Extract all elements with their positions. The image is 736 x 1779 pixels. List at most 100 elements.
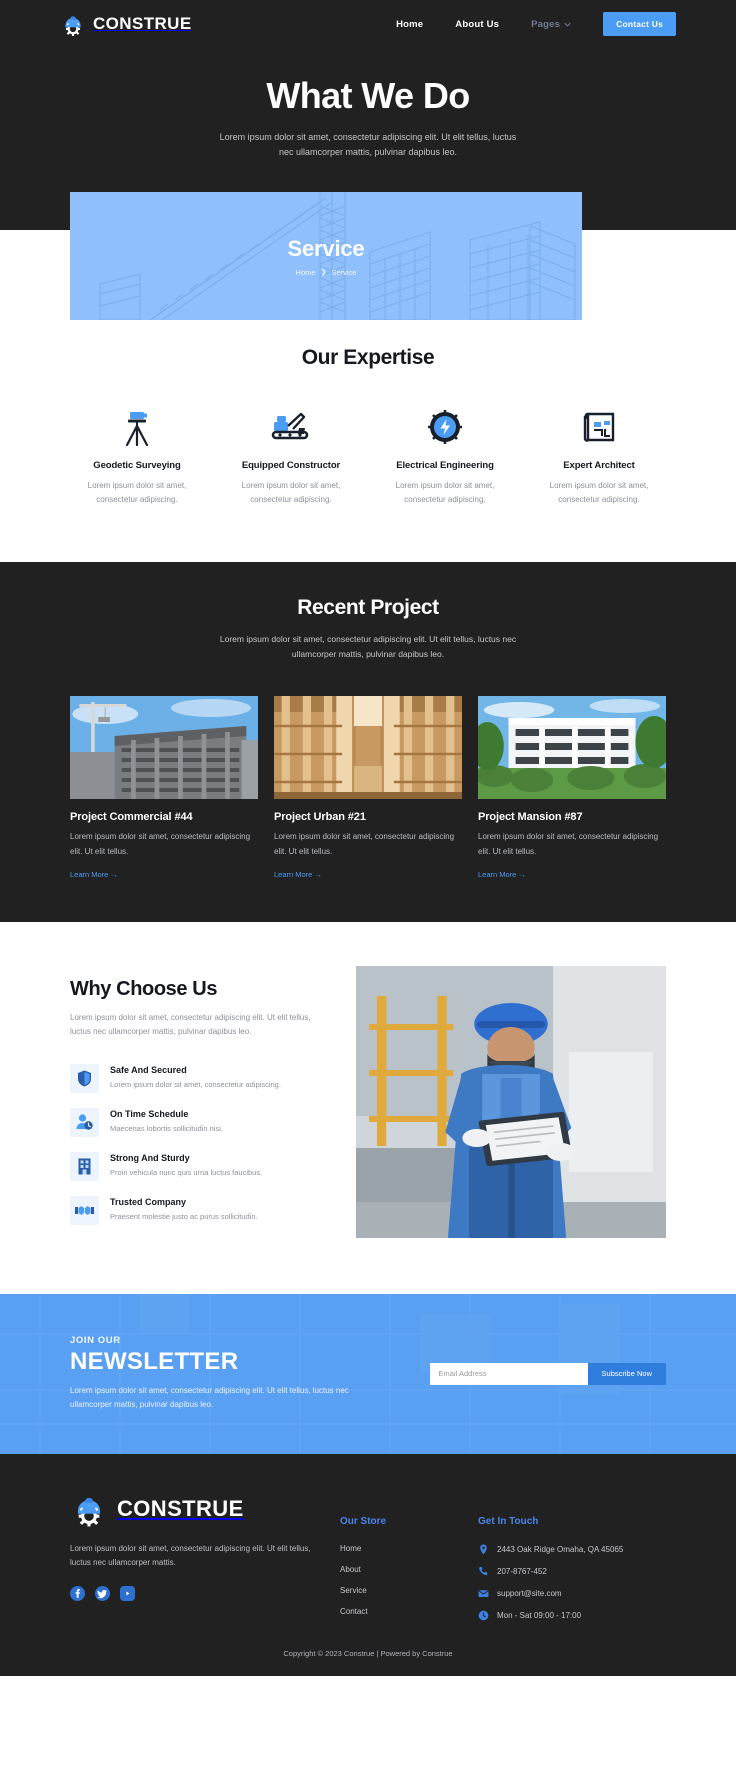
helmet-gear-icon <box>77 1497 101 1527</box>
copyright-text: Copyright © 2023 Construe | Powered by C… <box>283 1648 453 1658</box>
footer-social-links <box>70 1585 314 1601</box>
feature-item[interactable]: Strong And Sturdy Proin vehicula nunc qu… <box>70 1151 328 1181</box>
project-card[interactable]: Project Mansion #87 Lorem ipsum dolor si… <box>478 696 666 882</box>
footer-address-text: 2443 Oak Ridge Omaha, QA 45065 <box>497 1544 624 1554</box>
highrise-construction-photo <box>70 696 258 800</box>
twitter-link[interactable] <box>95 1585 110 1601</box>
footer-columns: CONSTRUE Lorem ipsum dolor sit amet, con… <box>70 1490 666 1621</box>
footer-brand-column: CONSTRUE Lorem ipsum dolor sit amet, con… <box>70 1490 314 1621</box>
expertise-cards: Geodetic Surveying Lorem ipsum dolor sit… <box>0 406 736 506</box>
footer-phone-row: 207-8767-452 <box>478 1566 623 1577</box>
expertise-card[interactable]: Expert Architect Lorem ipsum dolor sit a… <box>522 406 676 506</box>
feature-title: On Time Schedule <box>110 1108 189 1119</box>
expertise-card-title: Electrical Engineering <box>396 460 494 472</box>
brand-logo-link[interactable]: CONSTRUE <box>60 11 192 37</box>
newsletter-description: Lorem ipsum dolor sit amet, consectetur … <box>70 1386 349 1410</box>
expertise-card[interactable]: Geodetic Surveying Lorem ipsum dolor sit… <box>60 406 214 506</box>
newsletter-content: JOIN OUR NEWSLETTER Lorem ipsum dolor si… <box>0 1294 736 1454</box>
nav-item-home[interactable]: Home <box>396 19 423 30</box>
breadcrumb-current: Service <box>331 267 357 277</box>
project-learn-more-link[interactable]: Learn More → <box>478 870 526 879</box>
blueprint-icon <box>532 406 666 448</box>
nav-item-pages[interactable]: Pages <box>531 19 571 30</box>
site-footer: CONSTRUE Lorem ipsum dolor sit amet, con… <box>0 1453 736 1676</box>
envelope-icon <box>478 1590 489 1597</box>
feature-title: Strong And Sturdy <box>110 1152 190 1163</box>
hero-spacer <box>0 160 736 193</box>
footer-store-column: Our Store Home About Service Contact <box>340 1490 452 1621</box>
expertise-card-text: Lorem ipsum dolor sit amet, consectetur … <box>87 481 187 504</box>
service-banner: Service Home ❯ Service <box>70 192 582 321</box>
handshake-icon <box>70 1195 99 1225</box>
footer-contact-column: Get In Touch 2443 Oak Ridge Omaha, QA 45… <box>478 1490 623 1621</box>
feature-item[interactable]: Trusted Company Praesent molestie justo … <box>70 1195 328 1225</box>
expertise-card-text: Lorem ipsum dolor sit amet, consectetur … <box>395 481 495 504</box>
breadcrumb-home[interactable]: Home <box>296 268 316 277</box>
location-pin-icon <box>480 1544 487 1555</box>
breadcrumb-separator-icon: ❯ <box>320 269 327 277</box>
project-text: Lorem ipsum dolor sit amet, consectetur … <box>478 832 659 856</box>
projects-grid: Project Commercial #44 Lorem ipsum dolor… <box>0 696 736 882</box>
feature-text: Proin vehicula nunc quis urna luctus fau… <box>110 1167 263 1177</box>
why-image-column <box>356 965 666 1238</box>
footer-link-service[interactable]: Service <box>340 1586 452 1595</box>
nav-item-about-us[interactable]: About Us <box>455 19 499 30</box>
hero-subtitle: Lorem ipsum dolor sit amet, consectetur … <box>219 131 517 157</box>
footer-store-links: Home About Service Contact <box>340 1544 452 1616</box>
feature-title: Trusted Company <box>110 1196 187 1207</box>
facebook-icon <box>70 1585 85 1601</box>
expertise-card[interactable]: Electrical Engineering Lorem ipsum dolor… <box>368 406 522 506</box>
expertise-section: Our Expertise Geodetic Surveying Lorem i… <box>0 320 736 563</box>
project-card[interactable]: Project Commercial #44 Lorem ipsum dolor… <box>70 696 258 882</box>
phone-icon <box>479 1566 488 1576</box>
why-text-column: Why Choose Us Lorem ipsum dolor sit amet… <box>70 966 328 1238</box>
project-title: Project Urban #21 <box>274 811 366 824</box>
excavator-icon <box>224 406 358 448</box>
footer-phone-text: 207-8767-452 <box>497 1566 547 1576</box>
worker-with-clipboard-photo <box>356 965 666 1238</box>
footer-store-heading: Our Store <box>340 1515 387 1527</box>
projects-title: Recent Project <box>297 596 439 620</box>
feature-text: Maecenas lobortis sollicitudin nisi. <box>110 1123 223 1133</box>
banner-title: Service <box>287 235 365 261</box>
newsletter-section: JOIN OUR NEWSLETTER Lorem ipsum dolor si… <box>0 1293 736 1454</box>
nav-item-pages-label: Pages <box>531 18 561 30</box>
youtube-icon <box>120 1585 135 1601</box>
why-subtitle: Lorem ipsum dolor sit amet, consectetur … <box>70 1012 311 1037</box>
feature-body: Strong And Sturdy Proin vehicula nunc qu… <box>110 1152 262 1179</box>
newsletter-form: Subscribe Now <box>429 1362 666 1385</box>
project-title: Project Commercial #44 <box>70 811 193 824</box>
project-learn-more-link[interactable]: Learn More → <box>70 870 118 879</box>
feature-title: Safe And Secured <box>110 1064 187 1075</box>
feature-item[interactable]: On Time Schedule Maecenas lobortis solli… <box>70 1107 328 1137</box>
subscribe-now-button[interactable]: Subscribe Now <box>587 1362 666 1385</box>
feature-text: Praesent molestie justo ac purus sollici… <box>110 1211 258 1221</box>
project-card[interactable]: Project Urban #21 Lorem ipsum dolor sit … <box>274 696 462 882</box>
feature-item[interactable]: Safe And Secured Lorem ipsum dolor sit a… <box>70 1063 328 1093</box>
footer-link-home[interactable]: Home <box>340 1544 452 1553</box>
expertise-title: Our Expertise <box>301 346 435 370</box>
expertise-card[interactable]: Equipped Constructor Lorem ipsum dolor s… <box>214 406 368 506</box>
helmet-gear-icon <box>65 16 81 36</box>
site-header: CONSTRUE Home About Us Pages Contact Us <box>0 0 736 48</box>
footer-link-about[interactable]: About <box>340 1565 452 1574</box>
youtube-link[interactable] <box>120 1585 135 1601</box>
contact-us-button[interactable]: Contact Us <box>603 12 676 36</box>
newsletter-kicker: JOIN OUR <box>70 1335 121 1347</box>
facebook-link[interactable] <box>70 1585 85 1601</box>
why-feature-list: Safe And Secured Lorem ipsum dolor sit a… <box>70 1063 328 1225</box>
shield-icon <box>70 1063 99 1093</box>
page-root: CONSTRUE Home About Us Pages Contact Us … <box>0 0 736 1676</box>
footer-hours-text: Mon - Sat 09:00 - 17:00 <box>497 1610 582 1620</box>
twitter-icon <box>95 1585 110 1601</box>
email-input[interactable] <box>429 1362 588 1385</box>
modern-apartment-block-photo <box>478 696 666 800</box>
banner-content: Service Home ❯ Service <box>70 192 582 320</box>
project-learn-more-link[interactable]: Learn More → <box>274 870 322 879</box>
footer-brand-link[interactable]: CONSTRUE <box>70 1490 314 1528</box>
footer-link-contact[interactable]: Contact <box>340 1607 452 1616</box>
expertise-card-text: Lorem ipsum dolor sit amet, consectetur … <box>241 481 341 504</box>
footer-brand-name: CONSTRUE <box>117 1495 244 1521</box>
footer-contact-heading: Get In Touch <box>478 1515 539 1527</box>
user-clock-icon <box>70 1107 99 1137</box>
